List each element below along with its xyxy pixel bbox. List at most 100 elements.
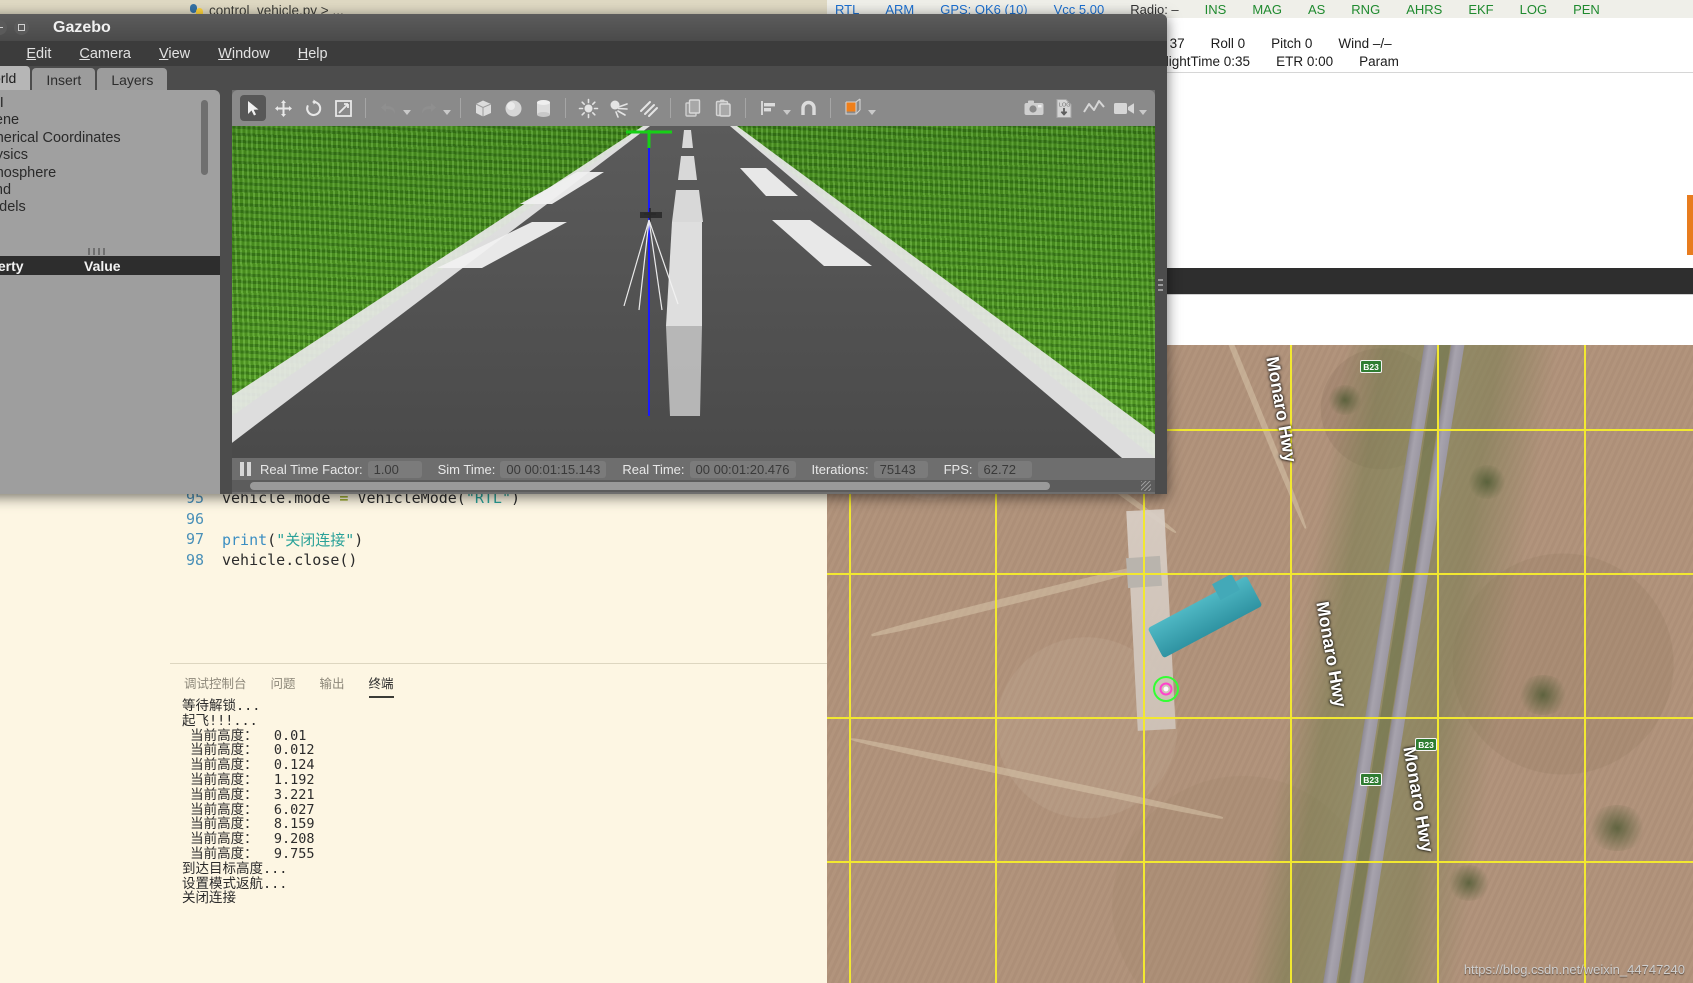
world-tree-item-atmosphere[interactable]: Atmosphere [0, 165, 220, 182]
translate-icon[interactable] [270, 95, 296, 121]
code-line[interactable]: 96 [170, 509, 830, 530]
world-tree-item-models[interactable]: Models [0, 199, 220, 216]
select-arrow-icon[interactable] [240, 95, 266, 121]
window-minimize-icon[interactable] [0, 20, 7, 35]
code-text: print("关闭连接") [222, 530, 364, 549]
point-light-icon[interactable] [575, 95, 601, 121]
gazebo-menu-camera[interactable]: Camera [70, 44, 140, 64]
real-time-value: 00 00:01:20.476 [689, 460, 796, 478]
rtf-label: Real Time Factor: [260, 461, 363, 477]
gazebo-menu-view[interactable]: View [150, 44, 199, 64]
mp-scroll-indicator[interactable] [1687, 195, 1693, 255]
hud-status-ekf: EKF [1468, 1, 1494, 17]
gazebo-tab-layers[interactable]: Layers [97, 68, 168, 92]
gazebo-title-bar[interactable]: Gazebo [0, 14, 1167, 41]
terminal-line: 等待解锁... [182, 698, 261, 714]
gazebo-menu-file[interactable]: File [0, 44, 7, 64]
tree-item-label: Spherical Coordinates [0, 129, 121, 146]
screenshot-icon[interactable] [1021, 95, 1047, 121]
map-vegetation-patch [1447, 865, 1491, 901]
video-record-icon[interactable] [1111, 95, 1137, 121]
gazebo-status-bar: Real Time Factor: 1.00 Sim Time: 00 00:0… [232, 458, 1155, 480]
telemetry-value: ETR 0:00 [1276, 53, 1334, 69]
view-angle-icon[interactable] [840, 95, 866, 121]
sim-time-label: Sim Time: [437, 461, 496, 477]
panel-resize-grip[interactable] [88, 248, 106, 255]
panel-tab-strip: 调试控制台 问题 输出 终端 [182, 671, 396, 698]
panel-tab-2[interactable]: 输出 [318, 671, 347, 698]
telemetry-value: FlightTime 0:35 [1157, 53, 1251, 69]
code-line[interactable]: 98 vehicle.close() [170, 550, 830, 571]
code-text: vehicle.close() [222, 550, 358, 569]
world-tree-item-wind[interactable]: Wind [0, 182, 220, 199]
fps-value: 62.72 [977, 460, 1032, 478]
map-grid-line-horizontal [827, 717, 1693, 719]
gazebo-tab-world[interactable]: World [0, 66, 31, 92]
marker-center-dot [1163, 686, 1169, 692]
copy-icon[interactable] [680, 95, 706, 121]
hud-status-mag: MAG [1252, 1, 1282, 17]
rtf-value: 1.00 [367, 460, 422, 478]
map-vehicle-marker[interactable] [1147, 670, 1185, 708]
scale-icon[interactable] [330, 95, 356, 121]
panel-tab-0[interactable]: 调试控制台 [182, 671, 249, 698]
world-tree-item-physics[interactable]: Physics [0, 147, 220, 164]
gazebo-world-tree[interactable]: GUISceneSpherical CoordinatesPhysicsAtmo… [0, 90, 220, 250]
world-tree-item-scene[interactable]: Scene [0, 112, 220, 129]
hud-status-as: AS [1307, 1, 1326, 17]
real-time-label: Real Time: [622, 461, 685, 477]
gazebo-menu-edit[interactable]: Edit [17, 44, 60, 64]
code-line[interactable]: 97 print("关闭连接") [170, 529, 830, 550]
terminal-output[interactable]: 等待解锁... 起飞!!!... 当前高度： 0.01 当前高度： 0.012 当… [182, 699, 822, 906]
gazebo-tab-insert[interactable]: Insert [32, 68, 96, 92]
panel-tab-1[interactable]: 问题 [269, 671, 298, 698]
window-resize-grip[interactable] [1141, 481, 1151, 491]
box-icon[interactable] [470, 95, 496, 121]
panel-splitter-handle[interactable] [1158, 279, 1163, 293]
map-grid-line-vertical [1584, 345, 1586, 983]
code-editor[interactable]: 95 vehicle.mode = VehicleMode("RTL") 96 97 p… [170, 488, 830, 658]
spot-light-icon[interactable] [605, 95, 631, 121]
log-icon[interactable]: LOG [1051, 95, 1077, 121]
gazebo-menu-window[interactable]: Window [209, 44, 279, 64]
map-route-shield: B23 [1360, 360, 1382, 373]
gazebo-menu-help[interactable]: Help [289, 44, 337, 64]
gazebo-3d-viewport[interactable] [232, 126, 1155, 458]
cylinder-icon[interactable] [530, 95, 556, 121]
align-dropdown-icon[interactable] [783, 110, 791, 115]
undo-dropdown-icon[interactable] [403, 110, 411, 115]
snap-icon[interactable] [795, 95, 821, 121]
align-icon[interactable] [755, 95, 781, 121]
tree-item-label: Physics [0, 147, 28, 164]
terminal-line: 当前高度： 8.159 [182, 816, 315, 833]
map-grid-line-horizontal [827, 861, 1693, 863]
telemetry-value: Wind –/– [1338, 35, 1392, 51]
fps-label: FPS: [943, 461, 973, 477]
viewport-horizontal-scrollbar[interactable] [232, 480, 1155, 492]
rotate-icon[interactable] [300, 95, 326, 121]
property-table-header: Property Value [0, 256, 220, 275]
view-angle-dropdown-icon[interactable] [868, 110, 876, 115]
gazebo-render-area: LOG Real Time Factor: 1.00 Sim Time: 00 … [232, 90, 1155, 494]
panel-tab-3[interactable]: 终端 [367, 671, 396, 698]
tree-item-label: Models [0, 199, 26, 216]
telemetry-value: Roll 0 [1210, 35, 1246, 51]
undo-icon[interactable] [375, 95, 401, 121]
redo-icon[interactable] [415, 95, 441, 121]
line-number: 97 [185, 530, 204, 549]
gazebo-left-tabs: WorldInsertLayers [0, 66, 220, 92]
window-maximize-icon[interactable] [14, 20, 29, 35]
world-tree-scrollbar[interactable] [201, 100, 208, 175]
world-tree-item-spherical-coordinates[interactable]: Spherical Coordinates [0, 130, 220, 147]
plot-icon[interactable] [1081, 95, 1107, 121]
line-number: 96 [185, 509, 204, 528]
gazebo-world-panel: GUISceneSpherical CoordinatesPhysicsAtmo… [0, 90, 220, 494]
sphere-icon[interactable] [500, 95, 526, 121]
paste-icon[interactable] [710, 95, 736, 121]
pause-icon[interactable] [240, 462, 252, 476]
video-dropdown-icon[interactable] [1139, 110, 1147, 115]
iterations-label: Iterations: [811, 461, 869, 477]
directional-light-icon[interactable] [635, 95, 661, 121]
world-tree-item-gui[interactable]: GUI [0, 95, 220, 112]
redo-dropdown-icon[interactable] [443, 110, 451, 115]
